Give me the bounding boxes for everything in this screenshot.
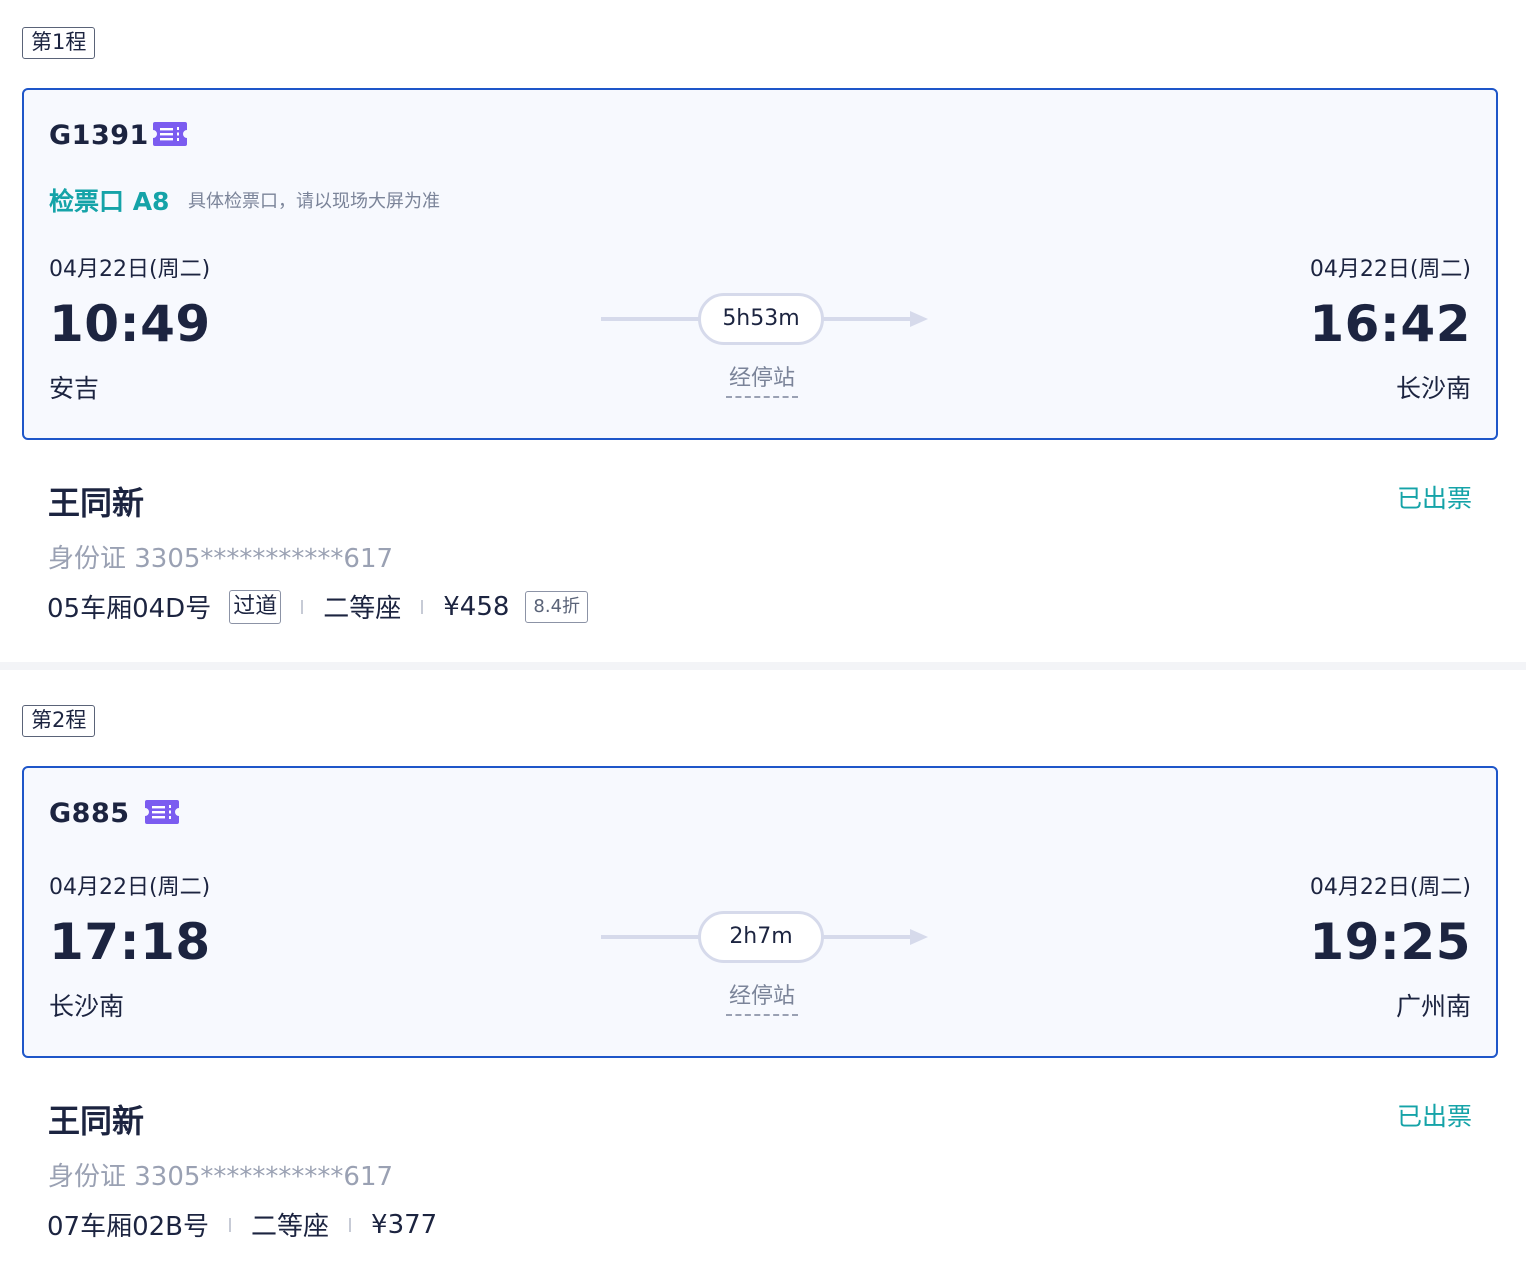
leg-1-train-card[interactable]: G1391 检票口 A8 具体检票口，请以现场大屏为准 04月22日(周二) 0… — [22, 88, 1498, 440]
arrive-time: 16:42 — [1309, 295, 1471, 353]
trip-duration: 5h53m — [698, 293, 824, 345]
separator — [229, 1217, 232, 1232]
seat-number: 07车厢02B号 — [47, 1212, 210, 1242]
ticket-price: ¥458 — [443, 591, 510, 622]
passenger-id: 身份证 3305***********617 — [48, 1162, 394, 1192]
seat-info-row: 05车厢04D号 过道 二等座 ¥458 8.4折 — [47, 588, 589, 625]
train-number: G1391 — [49, 120, 149, 151]
seat-number: 05车厢04D号 — [47, 594, 212, 624]
seat-position-tag: 过道 — [229, 589, 282, 624]
route-arrow-icon — [910, 311, 928, 327]
passenger-id: 身份证 3305***********617 — [48, 544, 394, 574]
arrive-station: 长沙南 — [1395, 374, 1471, 403]
ticket-price: ¥377 — [371, 1209, 438, 1240]
train-number: G885 — [49, 798, 130, 829]
depart-time: 10:49 — [49, 295, 211, 353]
ticket-icon[interactable] — [144, 799, 180, 825]
seat-info-row: 07车厢02B号 二等座 ¥377 — [47, 1206, 437, 1243]
trip-duration: 2h7m — [698, 911, 824, 963]
arrive-date: 04月22日(周二) — [1309, 257, 1471, 282]
passenger-name: 王同新 — [48, 484, 145, 522]
arrive-date: 04月22日(周二) — [1309, 875, 1471, 900]
depart-time: 17:18 — [49, 913, 211, 971]
check-in-gate: 检票口 A8 — [49, 187, 170, 216]
discount-tag: 8.4折 — [525, 590, 589, 623]
check-in-gate-note: 具体检票口，请以现场大屏为准 — [188, 191, 440, 212]
seat-class: 二等座 — [251, 1212, 330, 1242]
stops-link[interactable]: 经停站 — [726, 978, 798, 1016]
separator — [349, 1217, 352, 1232]
arrive-station: 广州南 — [1395, 992, 1471, 1021]
ticket-status: 已出票 — [1396, 484, 1472, 513]
passenger-name: 王同新 — [48, 1102, 145, 1140]
depart-date: 04月22日(周二) — [49, 875, 211, 900]
arrive-time: 19:25 — [1309, 913, 1471, 971]
depart-station: 长沙南 — [49, 992, 125, 1021]
leg-1-tag: 第1程 — [22, 27, 96, 59]
separator — [421, 599, 424, 614]
ticket-icon[interactable] — [152, 121, 188, 147]
leg-2-train-card[interactable]: G885 04月22日(周二) 04月22日(周二) 17:18 19:25 2… — [22, 766, 1498, 1058]
depart-station: 安吉 — [49, 374, 100, 403]
leg-2-tag: 第2程 — [22, 705, 96, 737]
separator — [301, 599, 304, 614]
seat-class: 二等座 — [323, 594, 402, 624]
depart-date: 04月22日(周二) — [49, 257, 211, 282]
route-arrow-icon — [910, 929, 928, 945]
ticket-status: 已出票 — [1396, 1102, 1472, 1131]
stops-link[interactable]: 经停站 — [726, 360, 798, 398]
section-divider — [0, 662, 1526, 670]
